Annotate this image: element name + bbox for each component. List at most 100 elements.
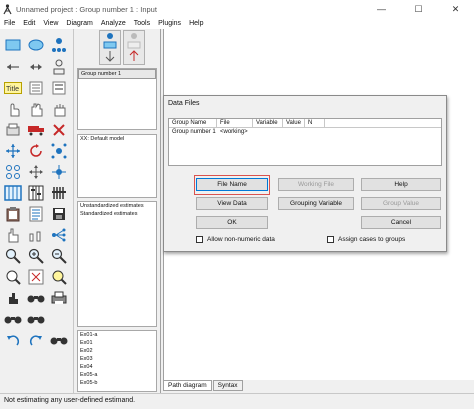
list-variables-in-dataset-tool[interactable] <box>49 78 69 97</box>
zoom-in-tool[interactable] <box>26 246 46 265</box>
column-group-name[interactable]: Group Name <box>169 119 217 127</box>
print-tool[interactable] <box>49 288 69 307</box>
grouping-variable-button[interactable]: Grouping Variable <box>278 197 354 210</box>
change-shape-tool[interactable] <box>3 141 23 160</box>
file-name-button[interactable]: File Name <box>196 178 268 191</box>
copy-to-clipboard-tool[interactable] <box>3 204 23 223</box>
symmetry-tree-icon <box>52 228 66 241</box>
deselect-all-tool[interactable] <box>49 99 69 118</box>
menu-plugins[interactable]: Plugins <box>158 20 181 27</box>
scroll-tool[interactable] <box>26 162 46 181</box>
group-value-button[interactable]: Group Value <box>361 197 441 210</box>
assign-cases-checkbox[interactable] <box>327 236 334 243</box>
ok-button[interactable]: OK <box>196 216 268 229</box>
grid-header: Group Name File Variable Value N <box>169 119 441 128</box>
drag-properties-tool[interactable] <box>26 225 46 244</box>
minimize-button[interactable]: — <box>363 0 400 18</box>
file-list-item[interactable]: Ex04 <box>78 363 156 371</box>
menu-edit[interactable]: Edit <box>23 20 35 27</box>
canvas-tabs: Path diagram Syntax <box>163 380 244 391</box>
maximize-button[interactable]: ☐ <box>400 0 437 18</box>
allow-non-numeric-option[interactable]: Allow non-numeric data <box>196 236 275 243</box>
draw-indicator-tool[interactable] <box>49 35 69 54</box>
select-one-object-tool[interactable] <box>3 99 23 118</box>
view-text-tool[interactable] <box>26 204 46 223</box>
undo-tool[interactable] <box>3 330 23 349</box>
column-file[interactable]: File <box>217 119 253 127</box>
file-list-item[interactable]: Ex03 <box>78 355 156 363</box>
object-properties-tool[interactable] <box>3 225 23 244</box>
path-tool[interactable] <box>3 57 23 76</box>
view-data-button[interactable]: View Data <box>196 197 268 210</box>
analysis-properties-tool[interactable] <box>26 183 46 202</box>
dialog-title: Data Files <box>168 100 200 107</box>
view-output-path-diagram-button[interactable] <box>123 30 145 65</box>
specification-search-tool[interactable] <box>26 288 46 307</box>
working-file-button[interactable]: Working File <box>278 178 354 191</box>
unstandardized-estimates-item[interactable]: Unstandardized estimates <box>78 202 156 210</box>
reflect-indicators-tool[interactable] <box>49 141 69 160</box>
assign-cases-option[interactable]: Assign cases to groups <box>327 236 405 243</box>
text-output-icon <box>29 206 43 221</box>
file-list-item[interactable]: Ex01 <box>78 339 156 347</box>
cell-file: <working> <box>220 129 248 135</box>
bayesian-tool[interactable] <box>3 309 23 328</box>
help-button[interactable]: Help <box>361 178 441 191</box>
tab-path-diagram[interactable]: Path diagram <box>163 380 212 391</box>
tab-syntax[interactable]: Syntax <box>212 380 243 391</box>
degrees-of-freedom-tool[interactable] <box>3 288 23 307</box>
close-button[interactable]: ✕ <box>437 0 474 18</box>
zoom-page-icon <box>6 270 21 285</box>
covariance-tool[interactable] <box>26 57 46 76</box>
touch-up-tool[interactable] <box>49 162 69 181</box>
menu-view[interactable]: View <box>43 20 58 27</box>
zoom-out-tool[interactable] <box>49 246 69 265</box>
select-data-files-tool[interactable] <box>3 183 23 202</box>
draw-latent-variable-tool[interactable] <box>26 35 46 54</box>
group-list-item[interactable]: Group number 1 <box>78 69 156 79</box>
multiple-group-tool[interactable] <box>26 309 46 328</box>
view-page-tool[interactable] <box>3 267 23 286</box>
file-list-item[interactable]: Ex05-b <box>78 379 156 387</box>
calculate-estimates-tool[interactable] <box>49 183 69 202</box>
multi-group-icon <box>27 316 45 323</box>
unique-variable-tool[interactable] <box>49 57 69 76</box>
title-tool[interactable]: Title <box>3 78 23 97</box>
view-input-path-diagram-button[interactable] <box>99 30 121 65</box>
fit-to-page-tool[interactable] <box>26 267 46 286</box>
clipboard-icon <box>6 206 20 221</box>
menu-file[interactable]: File <box>4 20 15 27</box>
redo-tool[interactable] <box>26 330 46 349</box>
file-list-item[interactable]: Ex02 <box>78 347 156 355</box>
specification-binoculars-tool[interactable] <box>49 330 69 349</box>
loupe-tool[interactable] <box>49 267 69 286</box>
column-n[interactable]: N <box>305 119 325 127</box>
data-files-grid[interactable]: Group Name File Variable Value N Group n… <box>168 118 442 166</box>
save-tool[interactable] <box>49 204 69 223</box>
list-variables-in-model-tool[interactable] <box>26 78 46 97</box>
menu-help[interactable]: Help <box>189 20 203 27</box>
truck-icon <box>28 125 44 135</box>
standardized-estimates-item[interactable]: Standardized estimates <box>78 210 156 218</box>
file-list-item[interactable]: Ex05-a <box>78 371 156 379</box>
binoculars-icon <box>50 337 68 344</box>
model-list-item[interactable]: XX: Default model <box>78 135 156 143</box>
column-variable[interactable]: Variable <box>253 119 283 127</box>
zoom-select-tool[interactable] <box>3 246 23 265</box>
move-tool[interactable] <box>26 120 46 139</box>
menu-diagram[interactable]: Diagram <box>66 20 92 27</box>
preserve-symmetries-tool[interactable] <box>49 225 69 244</box>
duplicate-tool[interactable] <box>3 120 23 139</box>
file-list-item[interactable]: Ex01-a <box>78 331 156 339</box>
column-value[interactable]: Value <box>283 119 305 127</box>
table-row[interactable]: Group number 1 <working> <box>169 128 441 136</box>
draw-observed-variable-tool[interactable] <box>3 35 23 54</box>
allow-non-numeric-checkbox[interactable] <box>196 236 203 243</box>
move-parameter-tool[interactable] <box>3 162 23 181</box>
menu-analyze[interactable]: Analyze <box>101 20 126 27</box>
erase-tool[interactable] <box>49 120 69 139</box>
select-all-objects-tool[interactable] <box>26 99 46 118</box>
rotate-indicators-tool[interactable] <box>26 141 46 160</box>
menu-tools[interactable]: Tools <box>134 20 150 27</box>
cancel-button[interactable]: Cancel <box>361 216 441 229</box>
